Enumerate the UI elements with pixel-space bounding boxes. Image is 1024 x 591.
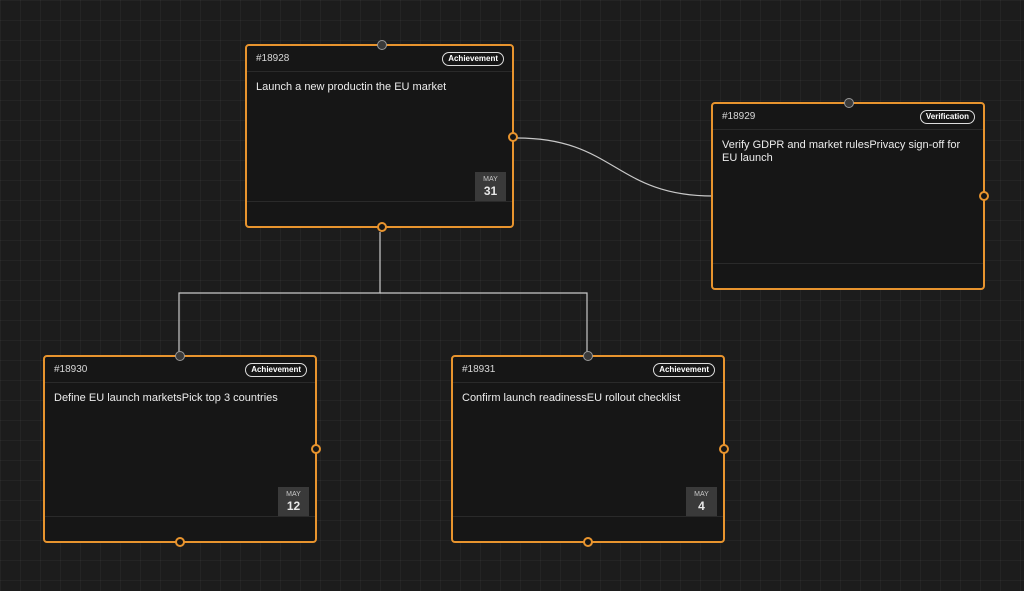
edge-18928-to-18931[interactable] [380,292,588,355]
due-date-badge: MAY 12 [278,487,309,517]
due-date-month: MAY [286,491,301,498]
task-node-18930[interactable]: #18930 Achievement Define EU launch mark… [43,351,321,547]
edge-18928-to-18929[interactable] [516,137,714,197]
due-date-day: 31 [483,184,498,198]
node-title: Verify GDPR and market rulesPrivacy sign… [722,139,961,164]
input-handle[interactable] [844,98,854,108]
due-date-badge: MAY 31 [475,172,506,202]
due-date-badge: MAY 4 [686,487,717,517]
input-handle[interactable] [376,40,387,50]
due-date-month: MAY [694,491,709,498]
node-title: Confirm launch readinessEU rollout check… [462,392,681,404]
node-type-badge: Verification [919,109,975,124]
task-node-18928[interactable]: #18928 Achievement Launch a new producti… [245,40,518,232]
node-id: #18931 [462,364,496,375]
output-handle-right[interactable] [508,132,518,142]
task-node-18929[interactable]: #18929 Verification Verify GDPR and mark… [711,98,989,290]
node-type-badge: Achievement [245,362,307,377]
output-handle-bottom[interactable] [175,537,185,547]
input-handle[interactable] [583,351,593,361]
due-date-day: 12 [286,499,301,513]
output-handle-right[interactable] [979,191,989,201]
task-node-18931[interactable]: #18931 Achievement Confirm launch readin… [451,351,729,547]
node-footer [713,263,983,288]
output-handle-right[interactable] [719,444,729,454]
due-date-month: MAY [483,176,498,183]
input-handle[interactable] [175,351,185,361]
node-title: Launch a new productin the EU market [256,81,447,93]
node-header: #18928 Achievement [247,46,512,72]
output-handle-bottom[interactable] [583,537,593,547]
due-date-day: 4 [698,499,705,513]
node-title: Define EU launch marketsPick top 3 count… [54,392,278,404]
node-id: #18928 [256,53,290,64]
output-handle-bottom[interactable] [376,222,387,232]
node-id: #18930 [54,364,88,375]
edge-18928-to-18930[interactable] [178,232,381,355]
node-id: #18929 [722,111,756,122]
output-handle-right[interactable] [311,444,321,454]
node-type-badge: Achievement [653,362,715,377]
node-type-badge: Achievement [442,51,504,66]
